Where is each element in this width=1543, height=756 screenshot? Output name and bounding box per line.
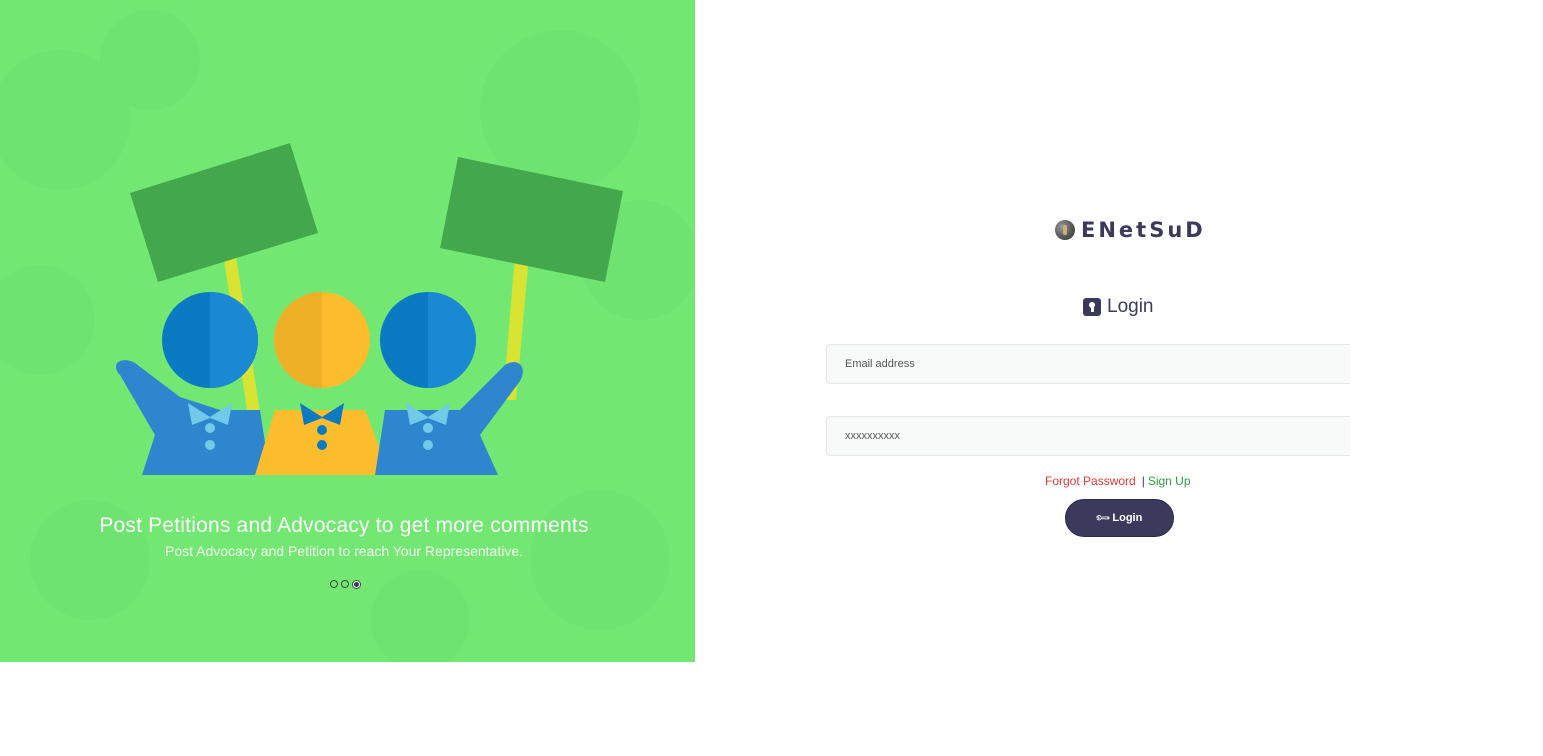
brand-name: ENetSuD [1081, 218, 1206, 242]
forgot-password-link[interactable]: Forgot Password [1045, 474, 1136, 488]
protest-illustration [115, 143, 623, 475]
login-heading: Login [1083, 296, 1154, 318]
link-separator: | [1141, 474, 1145, 488]
globe-logo-icon [1055, 220, 1075, 240]
right-person [375, 292, 523, 475]
carousel-indicators [330, 580, 360, 588]
hero-carousel: Post Petitions and Advocacy to get more … [0, 0, 695, 662]
middle-person [255, 292, 390, 475]
login-button-label: Login [1112, 512, 1143, 524]
hero-title: Post Petitions and Advocacy to get more … [99, 514, 589, 537]
keyhole-lock-icon [1083, 298, 1101, 316]
brand: ENetSuD [1055, 218, 1206, 242]
carousel-dot-2[interactable] [341, 580, 349, 588]
password-input[interactable] [826, 416, 1350, 456]
auth-links: Forgot Password | Sign Up [1045, 474, 1191, 488]
email-input[interactable] [826, 344, 1350, 384]
wrench-icon: 🔧︎ [1094, 509, 1112, 527]
login-title: Login [1107, 296, 1154, 317]
carousel-dot-1[interactable] [330, 580, 338, 588]
sign-up-link[interactable]: Sign Up [1148, 474, 1191, 488]
carousel-dot-3[interactable] [353, 581, 360, 588]
login-button[interactable]: 🔧︎ Login [1065, 499, 1174, 537]
hero-subtitle: Post Advocacy and Petition to reach Your… [164, 543, 523, 559]
